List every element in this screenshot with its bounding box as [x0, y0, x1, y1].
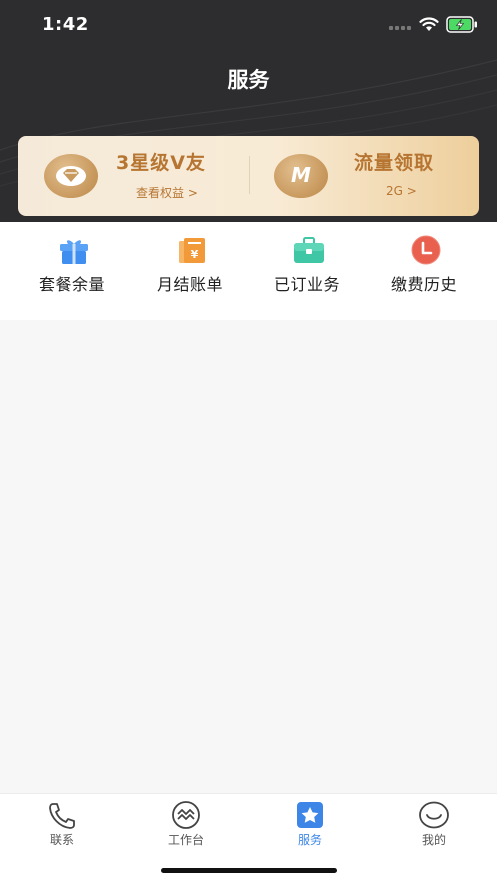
quick-action-label: 套餐余量	[38, 275, 105, 294]
quick-action-label: 缴费历史	[390, 275, 457, 294]
phone-icon	[49, 803, 75, 829]
data-amount-link[interactable]: 2G >	[386, 184, 417, 198]
tab-mine[interactable]: 我的	[372, 794, 496, 854]
view-benefits-link[interactable]: 查看权益 >	[136, 184, 198, 201]
status-time: 1:42	[42, 14, 89, 35]
tab-label: 服务	[297, 833, 322, 847]
tab-label: 我的	[421, 833, 446, 847]
tab-services[interactable]: 服务	[248, 794, 372, 854]
diamond-badge-icon	[44, 154, 98, 198]
home-indicator	[161, 868, 337, 873]
tab-label: 工作台	[167, 833, 204, 847]
quick-action-label: 已订业务	[273, 275, 340, 294]
briefcase-icon	[294, 237, 324, 263]
tab-label: 联系	[49, 833, 74, 847]
m-badge-icon: M	[274, 154, 328, 198]
quick-action-subscribed-services[interactable]: 已订业务	[245, 222, 369, 320]
vip-level-title: 3星级V友	[116, 152, 206, 174]
gift-icon	[60, 240, 88, 264]
bill-icon: ¥	[179, 238, 205, 263]
smile-icon	[419, 801, 449, 829]
tab-contact[interactable]: 联系	[0, 794, 124, 854]
quick-action-package-balance[interactable]: 套餐余量	[10, 222, 134, 320]
quick-action-monthly-bill[interactable]: ¥ 月结账单	[128, 222, 252, 320]
wifi-icon	[419, 17, 439, 31]
quick-action-label: 月结账单	[156, 275, 223, 294]
card-divider	[249, 156, 250, 194]
clock-icon	[411, 235, 441, 265]
data-claim-title: 流量领取	[354, 152, 435, 174]
tab-workbench[interactable]: 工作台	[124, 794, 248, 854]
workbench-icon	[172, 801, 200, 829]
status-bar: 1:42	[0, 0, 497, 50]
battery-charging-icon	[446, 16, 477, 33]
page-title: 服务	[227, 68, 270, 92]
quick-actions: 套餐余量 ¥ 月结账单 已订业务 缴费历史	[0, 222, 497, 320]
star-icon	[297, 802, 323, 828]
badge-letter: M	[291, 163, 311, 187]
quick-action-payment-history[interactable]: 缴费历史	[362, 222, 486, 320]
benefits-card: 3星级V友 查看权益 > M 流量领取 2G >	[18, 136, 479, 216]
svg-text:¥: ¥	[191, 248, 199, 261]
cellular-signal-icon	[389, 26, 411, 30]
